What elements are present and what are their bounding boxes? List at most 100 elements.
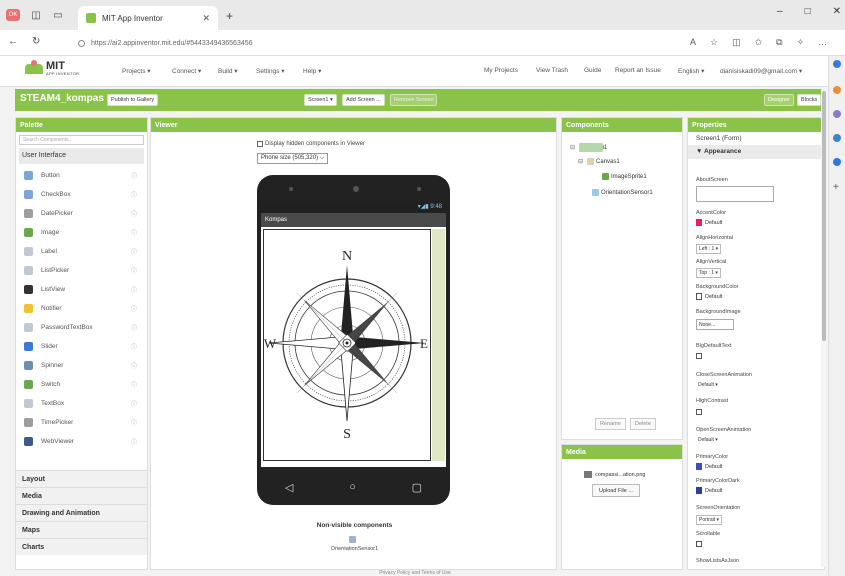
- palette-item-passwordtextbox[interactable]: PasswordTextBox ⓘ: [16, 318, 147, 337]
- backgroundimage-input[interactable]: None...: [696, 319, 734, 330]
- user-interface-category[interactable]: User Interface: [19, 148, 144, 164]
- tab-actions-icon[interactable]: ▭: [50, 8, 66, 22]
- palette-category-media[interactable]: Media: [16, 487, 147, 504]
- checkbox-icon[interactable]: [257, 141, 263, 147]
- guide-link[interactable]: Guide: [584, 67, 601, 74]
- help-icon[interactable]: ?: [700, 283, 702, 288]
- footer-link[interactable]: Privacy Policy and Terms of Use: [150, 570, 680, 576]
- screenorientation-select[interactable]: Portrait ▾: [696, 515, 723, 525]
- palette-item-switch[interactable]: Switch ⓘ: [16, 375, 147, 394]
- help-icon[interactable]: ?: [700, 209, 702, 214]
- site-info-icon[interactable]: [78, 39, 85, 47]
- help-icon[interactable]: ?: [700, 426, 702, 431]
- help-icon[interactable]: ?: [700, 530, 702, 535]
- compass-image-sprite[interactable]: N S E W: [264, 230, 430, 460]
- url-field[interactable]: https://ai2.appinventor.mit.edu/#5443349…: [78, 35, 638, 51]
- profile-icon[interactable]: OK: [6, 9, 20, 21]
- new-tab-icon[interactable]: +: [226, 9, 233, 23]
- help-icon[interactable]: ?: [700, 504, 702, 509]
- help-icon[interactable]: ⓘ: [131, 228, 137, 237]
- help-icon[interactable]: ⓘ: [131, 285, 137, 294]
- scrollbar-thumb[interactable]: [822, 91, 826, 341]
- tree-item-orientationsensor1[interactable]: OrientationSensor1: [592, 189, 653, 196]
- collapse-icon[interactable]: ⊟: [578, 158, 583, 165]
- backgroundcolor-value[interactable]: Default: [696, 293, 722, 300]
- maximize-icon[interactable]: □: [805, 6, 811, 17]
- help-icon[interactable]: ⓘ: [131, 323, 137, 332]
- primarycolor-value[interactable]: Default: [696, 463, 722, 470]
- palette-category-drawing-and-animation[interactable]: Drawing and Animation: [16, 504, 147, 521]
- office-icon[interactable]: [833, 134, 841, 142]
- collapse-icon[interactable]: ⊟: [570, 144, 575, 151]
- accentcolor-value[interactable]: Default: [696, 219, 722, 226]
- add-screen-button[interactable]: Add Screen ...: [342, 94, 385, 106]
- menu-help[interactable]: Help ▾: [303, 67, 321, 75]
- read-aloud-icon[interactable]: A: [690, 37, 696, 48]
- help-icon[interactable]: ⓘ: [131, 266, 137, 275]
- palette-item-notifier[interactable]: Notifier ⓘ: [16, 299, 147, 318]
- tree-item-screen1[interactable]: ⊟ Screen1: [570, 143, 607, 152]
- nonvisible-component-item[interactable]: OrientationSensor1: [151, 546, 558, 552]
- outlook-icon[interactable]: [833, 158, 841, 166]
- more-icon[interactable]: …: [818, 37, 827, 48]
- menu-connect[interactable]: Connect ▾: [172, 67, 201, 75]
- help-icon[interactable]: ⓘ: [131, 342, 137, 351]
- help-icon[interactable]: ⓘ: [131, 437, 137, 446]
- screen-select[interactable]: Screen1 ▾: [304, 94, 337, 106]
- palette-item-slider[interactable]: Slider ⓘ: [16, 337, 147, 356]
- help-icon[interactable]: ⓘ: [131, 399, 137, 408]
- workspaces-icon[interactable]: ◫: [28, 8, 44, 22]
- palette-item-checkbox[interactable]: CheckBox ⓘ: [16, 185, 147, 204]
- phone-size-select[interactable]: Phone size (505,320) ⌵: [257, 153, 329, 164]
- palette-item-spinner[interactable]: Spinner ⓘ: [16, 356, 147, 375]
- palette-item-webviewer[interactable]: WebViewer ⓘ: [16, 432, 147, 451]
- palette-item-listpicker[interactable]: ListPicker ⓘ: [16, 261, 147, 280]
- close-tab-icon[interactable]: ✕: [202, 13, 210, 24]
- help-icon[interactable]: ?: [700, 397, 702, 402]
- rename-button[interactable]: Rename: [595, 418, 626, 430]
- tools-icon[interactable]: [833, 86, 841, 94]
- help-icon[interactable]: ⓘ: [131, 380, 137, 389]
- help-icon[interactable]: ⓘ: [131, 418, 137, 427]
- bigdefaulttext-checkbox[interactable]: [696, 353, 702, 359]
- upload-file-button[interactable]: Upload File ...: [592, 484, 640, 497]
- back-icon[interactable]: ←: [8, 36, 18, 47]
- help-icon[interactable]: ?: [700, 557, 702, 562]
- help-icon[interactable]: ?: [700, 371, 702, 376]
- collections-icon[interactable]: ⧉: [776, 37, 782, 48]
- media-file-item[interactable]: compassi...ation.png: [584, 471, 645, 478]
- refresh-icon[interactable]: ↻: [32, 36, 40, 47]
- help-icon[interactable]: ⓘ: [131, 361, 137, 370]
- menu-projects[interactable]: Projects ▾: [122, 67, 151, 75]
- palette-item-button[interactable]: Button ⓘ: [16, 166, 147, 185]
- highcontrast-checkbox[interactable]: [696, 409, 702, 415]
- palette-item-label[interactable]: Label ⓘ: [16, 242, 147, 261]
- account-menu[interactable]: dianisiskadi09@gmail.com ▾: [720, 67, 802, 75]
- display-hidden-checkbox[interactable]: Display hidden components in Viewer: [257, 141, 365, 147]
- palette-item-textbox[interactable]: TextBox ⓘ: [16, 394, 147, 413]
- help-icon[interactable]: ?: [700, 342, 702, 347]
- designer-button[interactable]: Designer: [764, 94, 795, 106]
- palette-item-image[interactable]: Image ⓘ: [16, 223, 147, 242]
- help-icon[interactable]: ?: [700, 308, 702, 313]
- search-icon[interactable]: [833, 60, 841, 68]
- palette-item-datepicker[interactable]: DatePicker ⓘ: [16, 204, 147, 223]
- palette-item-timepicker[interactable]: TimePicker ⓘ: [16, 413, 147, 432]
- split-screen-icon[interactable]: ◫: [732, 37, 741, 48]
- tree-item-canvas1[interactable]: ⊟ Canvas1: [578, 158, 620, 165]
- help-icon[interactable]: ?: [700, 234, 702, 239]
- help-icon[interactable]: ?: [700, 258, 702, 263]
- tree-item-imagesprite1[interactable]: ImageSprite1: [602, 173, 647, 180]
- minimize-icon[interactable]: –: [777, 6, 783, 17]
- add-icon[interactable]: +: [833, 182, 841, 193]
- menu-build[interactable]: Build ▾: [218, 67, 238, 75]
- closescreenanimation-select[interactable]: Default ▾: [696, 381, 720, 389]
- favorites-icon[interactable]: ✩: [755, 37, 763, 48]
- help-icon[interactable]: ?: [700, 176, 702, 181]
- palette-category-maps[interactable]: Maps: [16, 521, 147, 538]
- alignvertical-select[interactable]: Top : 1 ▾: [696, 268, 721, 278]
- browser-tab[interactable]: MIT App Inventor ✕: [78, 6, 218, 30]
- language-menu[interactable]: English ▾: [678, 67, 704, 75]
- primarycolordark-value[interactable]: Default: [696, 487, 722, 494]
- favorite-star-icon[interactable]: ☆: [710, 37, 718, 48]
